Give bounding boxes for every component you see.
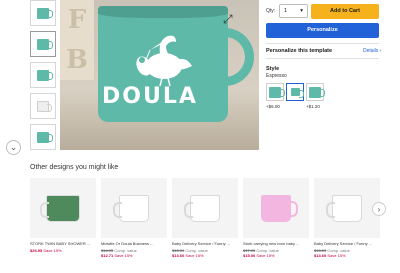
product-card-price: $26.95 Save 15%	[30, 248, 96, 253]
stork-icon	[136, 35, 192, 87]
product-card-name: STORK TWIN BABY SHOWER ...	[30, 241, 91, 246]
section-title: Other designs you might like	[30, 164, 119, 171]
style-option-price: +$6.00	[266, 104, 280, 109]
style-option-selected[interactable]	[286, 83, 304, 101]
product-card-image	[172, 178, 238, 238]
mug-icon	[269, 86, 285, 98]
thumbnail[interactable]	[30, 62, 56, 88]
mug-icon	[309, 86, 325, 98]
toy-block: B	[60, 40, 94, 80]
price-save: Save 15%	[114, 253, 133, 258]
personalize-template-heading: Personalize this template	[266, 48, 333, 54]
price-save: Save 15%	[327, 253, 346, 258]
qty-label: Qty:	[266, 8, 276, 14]
thumbnail[interactable]	[30, 0, 56, 26]
product-card-image	[243, 178, 309, 238]
mug-handle	[222, 28, 254, 86]
style-option[interactable]	[306, 83, 325, 101]
product-card-price: $16.00 Comp. value $13.60 Save 15%	[172, 248, 238, 258]
chevron-down-icon: ▾	[300, 8, 303, 14]
mug-icon	[261, 194, 298, 222]
product-card-name: Baby Delivery Service / Funny ...	[172, 241, 231, 246]
style-heading: Style	[266, 66, 280, 72]
espresso-mug-icon	[290, 88, 304, 98]
chevron-right-icon[interactable]: ›	[372, 202, 386, 216]
product-card-price: $16.00 Comp. value $13.60 Save 15%	[314, 248, 380, 258]
price-now: $13.60	[314, 253, 327, 258]
product-card[interactable]: Baby Delivery Service / Funny ... $16.00…	[314, 178, 380, 258]
product-card-price: $17.65 Comp. value $15.00 Save 15%	[243, 248, 309, 258]
style-option[interactable]	[266, 83, 285, 101]
product-card-price: $14.95 Comp. value $12.71 Save 15%	[101, 248, 167, 258]
qty-value: 1	[284, 8, 288, 14]
product-card[interactable]: Stork carrying new born baby ... $17.65 …	[243, 178, 309, 258]
add-to-cart-button[interactable]: Add to Cart	[311, 4, 379, 19]
mug-icon	[40, 194, 80, 222]
product-card-name: Baby Delivery Service / Funny ...	[314, 241, 373, 246]
price-save: Save 15%	[185, 253, 204, 258]
product-main-image: F B DOULA ⤢	[60, 0, 259, 150]
product-card-name: Midwife Or Doula Business ...	[101, 241, 154, 246]
price-now: $26.95	[30, 248, 43, 253]
product-card-name: Stork carrying new born baby ...	[243, 241, 300, 246]
mug-icon	[113, 194, 149, 222]
product-card-image	[101, 178, 167, 238]
product-page: ⌄ F B DOULA ⤢ Qty: 1 ▾ Add to Cart Perso…	[0, 0, 400, 273]
product-card[interactable]: Midwife Or Doula Business ... $14.95 Com…	[101, 178, 167, 258]
thumbnail-strip	[30, 0, 56, 155]
product-card[interactable]: Baby Delivery Service / Funny ... $16.00…	[172, 178, 238, 258]
price-save: Save 15%	[256, 253, 275, 258]
style-selected-value: Espresso	[266, 73, 287, 79]
price-save: Save 15%	[43, 248, 62, 253]
mug-icon	[184, 194, 220, 222]
divider	[266, 58, 379, 59]
thumbnail[interactable]	[30, 31, 56, 57]
style-option-price: +$1.20	[306, 104, 320, 109]
mug-icon	[326, 194, 362, 222]
thumbnail[interactable]	[30, 93, 56, 119]
qty-select[interactable]: 1 ▾	[279, 4, 308, 18]
product-card[interactable]: STORK TWIN BABY SHOWER ... $26.95 Save 1…	[30, 178, 96, 253]
product-card-image	[314, 178, 380, 238]
thumbnail[interactable]	[30, 124, 56, 150]
price-now: $15.00	[243, 253, 256, 258]
product-card-image	[30, 178, 96, 238]
price-now: $13.60	[172, 253, 185, 258]
chevron-down-icon[interactable]: ⌄	[6, 140, 21, 155]
mug-text: DOULA	[102, 84, 198, 109]
toy-block: F	[60, 0, 94, 40]
price-now: $12.71	[101, 253, 114, 258]
personalize-button[interactable]: Personalize	[266, 23, 379, 38]
details-link[interactable]: Details ›	[363, 48, 381, 54]
divider	[266, 43, 379, 44]
expand-icon[interactable]: ⤢	[223, 12, 237, 26]
